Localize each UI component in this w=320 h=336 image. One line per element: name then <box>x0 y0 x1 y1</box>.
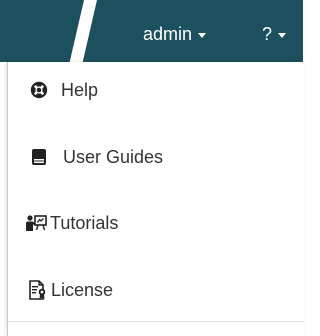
life-ring-icon <box>29 80 49 100</box>
menu-item-license[interactable]: License <box>8 267 320 313</box>
menu-item-label: Tutorials <box>50 212 119 233</box>
license-document-icon <box>27 280 49 300</box>
user-menu-label: admin <box>143 23 193 44</box>
user-menu-toggle[interactable]: admin <box>143 22 207 46</box>
menu-divider <box>8 321 304 322</box>
menu-item-label: Help <box>61 79 99 100</box>
menu-item-user-guides[interactable]: User Guides <box>8 134 320 180</box>
top-navbar: admin ? <box>0 0 303 62</box>
presenter-icon <box>25 213 47 233</box>
help-menu-toggle[interactable]: ? <box>262 22 287 46</box>
menu-item-tutorials[interactable]: Tutorials <box>8 200 320 246</box>
help-dropdown-menu: Help User Guides Tutorials License <box>7 62 304 336</box>
navbar-divider-slash <box>69 0 97 62</box>
menu-item-help[interactable]: Help <box>8 67 320 113</box>
help-menu-label: ? <box>262 23 273 44</box>
caret-down-icon <box>278 32 287 38</box>
caret-down-icon <box>198 32 207 38</box>
book-icon <box>29 147 49 167</box>
menu-item-label: License <box>51 279 114 300</box>
menu-item-label: User Guides <box>63 146 164 167</box>
